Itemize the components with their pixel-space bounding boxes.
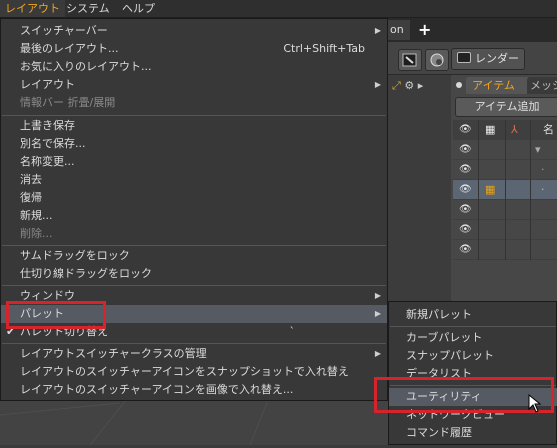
eye-icon: 👁 (459, 124, 472, 135)
annotation-box-utility (374, 377, 554, 413)
menu-item-label: コマンド履歴 (406, 426, 472, 439)
panel-dot-icon (456, 82, 462, 88)
layout-tab[interactable]: on (388, 20, 410, 40)
menu-item-label: 仕切り線ドラッグをロック (20, 267, 152, 280)
menu-item-info-bar-toggle: 情報バー 折畳/展開 (1, 94, 387, 112)
mesh-icon: ▦ (485, 183, 496, 196)
add-item-button[interactable]: アイテム追加 (455, 97, 557, 117)
menu-item-revert[interactable]: 復帰 (1, 189, 387, 207)
render-button-label: レンダー (475, 52, 519, 65)
render-button[interactable]: レンダー (451, 48, 525, 70)
menu-item-last-layout[interactable]: 最後のレイアウト... Ctrl+Shift+Tab (1, 40, 387, 58)
globe-button[interactable] (425, 49, 449, 71)
menu-item-label: レイアウト (20, 78, 75, 91)
menu-item-label: 新規パレット (406, 308, 472, 321)
globe-icon (430, 53, 444, 67)
submenu-item-command-history[interactable]: コマンド履歴 (389, 424, 557, 442)
menu-item-label: 消去 (20, 173, 42, 186)
menu-item-label: 最後のレイアウト... (20, 42, 119, 55)
axis-icon: ⅄ (511, 123, 518, 136)
tree-line-icon: · (541, 163, 545, 176)
tool-button[interactable] (398, 49, 422, 71)
layout-menu: スイッチャーバー ▶ 最後のレイアウト... Ctrl+Shift+Tab お気… (0, 18, 388, 401)
play-arrow-icon: ▸ (417, 79, 424, 92)
menu-separator (2, 245, 386, 246)
menu-system[interactable]: システム (61, 0, 115, 17)
menu-item-switcher-bar[interactable]: スイッチャーバー ▶ (1, 22, 387, 40)
name-column-header: 名 (543, 123, 554, 136)
menu-help[interactable]: ヘルプ (117, 0, 160, 17)
submenu-item-snap-palette[interactable]: スナップパレット (389, 347, 557, 365)
menu-item-label: レイアウトのスイッチャーアイコンをスナップショットで入れ替え (20, 365, 349, 378)
tab-items[interactable]: アイテム (466, 77, 530, 94)
menu-item-shortcut: ` (289, 325, 296, 338)
submenu-arrow-icon: ▶ (374, 26, 381, 35)
menu-item-label: サムドラッグをロック (20, 249, 130, 262)
column-divider (505, 120, 506, 260)
menu-item-replace-icon-snapshot[interactable]: レイアウトのスイッチャーアイコンをスナップショットで入れ替え (1, 363, 387, 381)
menu-item-new[interactable]: 新規... (1, 207, 387, 225)
tab-mesh[interactable]: メッシ (527, 77, 557, 94)
menu-item-label: レイアウトスイッチャークラスの管理 (20, 347, 207, 360)
menu-item-label: スイッチャーバー (20, 24, 108, 37)
move-icon: ⤢ (392, 79, 401, 92)
tree-line-icon: · (541, 183, 545, 196)
menu-item-shortcut: Ctrl+Shift+Tab (283, 42, 365, 55)
menu-item-layout[interactable]: レイアウト ▶ (1, 76, 387, 94)
submenu-arrow-icon: ▶ (374, 80, 381, 89)
eye-icon[interactable]: 👁 (459, 160, 472, 179)
menu-item-label: 復帰 (20, 191, 42, 204)
side-strip (388, 75, 451, 305)
menu-item-label: 別名で保存... (20, 137, 86, 150)
annotation-box-palette (6, 301, 106, 329)
menu-separator (2, 115, 386, 116)
submenu-item-curve-palette[interactable]: カーブパレット (389, 329, 557, 347)
eye-icon[interactable]: 👁 (459, 240, 472, 259)
gear-icon: ⚙ (404, 79, 415, 92)
submenu-item-new-palette[interactable]: 新規パレット (389, 306, 557, 324)
panel-options[interactable]: ⤢ ⚙ ▸ (392, 79, 423, 93)
tab-strip (388, 18, 557, 42)
menu-item-save[interactable]: 上書き保存 (1, 117, 387, 135)
palette-submenu: 新規パレット カーブパレット スナップパレット データリスト ユーティリティ ネ… (388, 301, 557, 445)
menu-item-label: 新規... (20, 209, 53, 222)
menu-item-label: お気に入りのレイアウト... (20, 60, 152, 73)
eye-icon[interactable]: 👁 (459, 140, 472, 159)
menu-separator (2, 285, 386, 286)
eye-icon[interactable]: 👁 (459, 180, 472, 199)
submenu-arrow-icon: ▶ (374, 309, 381, 318)
menu-item-manage-switcher-class[interactable]: レイアウトスイッチャークラスの管理 ▶ (1, 345, 387, 363)
menu-item-lock-thumb-drag[interactable]: サムドラッグをロック (1, 247, 387, 265)
mouse-cursor-icon (528, 394, 542, 413)
render-icon (457, 52, 471, 63)
submenu-arrow-icon: ▶ (374, 349, 381, 358)
menu-separator (390, 326, 556, 327)
menu-item-label: 情報バー 折畳/展開 (20, 96, 116, 109)
menu-item-clear[interactable]: 消去 (1, 171, 387, 189)
menu-item-label: レイアウトのスイッチャーアイコンを画像で入れ替え... (20, 383, 294, 396)
menu-item-label: スナップパレット (406, 349, 494, 362)
menu-item-label: 上書き保存 (20, 119, 75, 132)
menu-item-lock-divider-drag[interactable]: 仕切り線ドラッグをロック (1, 265, 387, 283)
menu-item-delete: 削除... (1, 225, 387, 243)
menu-item-label: カーブパレット (406, 331, 483, 344)
arrow-tool-icon (402, 53, 417, 67)
menu-separator (2, 343, 386, 344)
menu-item-rename[interactable]: 名称変更... (1, 153, 387, 171)
menu-layout[interactable]: レイアウト (0, 0, 65, 17)
eye-icon[interactable]: 👁 (459, 200, 472, 219)
menu-item-replace-icon-image[interactable]: レイアウトのスイッチャーアイコンを画像で入れ替え... (1, 381, 387, 399)
column-divider (478, 120, 479, 260)
column-divider (530, 120, 531, 260)
menu-item-label: 名称変更... (20, 155, 75, 168)
expand-arrow-icon[interactable]: ▾ (535, 140, 541, 159)
menu-item-favorite-layout[interactable]: お気に入りのレイアウト... (1, 58, 387, 76)
menubar: レイアウト システム ヘルプ (0, 0, 557, 18)
menu-item-save-as[interactable]: 別名で保存... (1, 135, 387, 153)
add-tab-button[interactable]: + (418, 20, 431, 40)
grid-icon: ▦ (485, 123, 496, 136)
submenu-arrow-icon: ▶ (374, 291, 381, 300)
menu-item-label: 削除... (20, 227, 53, 240)
eye-icon[interactable]: 👁 (459, 220, 472, 239)
